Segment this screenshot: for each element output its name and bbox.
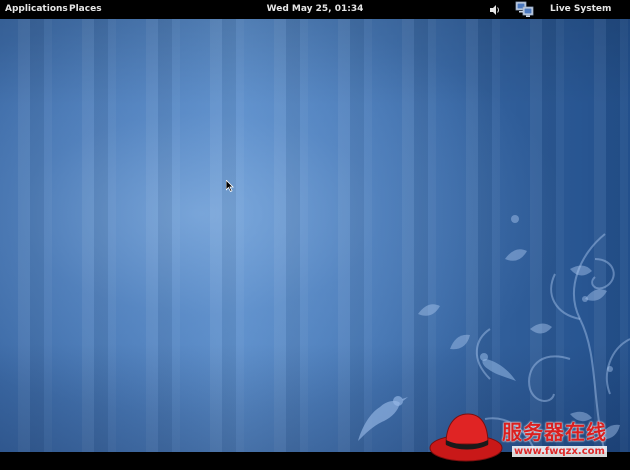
network-icon[interactable] xyxy=(515,0,535,19)
clock[interactable]: Wed May 25, 01:34 xyxy=(267,4,364,14)
top-panel: Applications Places Wed May 25, 01:34 Li… xyxy=(0,0,630,33)
applications-menu[interactable]: Applications xyxy=(5,0,68,19)
bird2-icon xyxy=(480,353,516,381)
watermark-title: 服务器在线 xyxy=(502,420,607,444)
mouse-pointer-icon xyxy=(225,177,234,196)
user-menu[interactable]: Live System User xyxy=(550,0,630,33)
volume-icon[interactable] xyxy=(489,0,501,19)
watermark-url: www.fwqzx.com xyxy=(512,446,607,457)
red-hat-logo-icon xyxy=(429,413,503,462)
site-watermark: 服务器在线 www.fwqzx.com xyxy=(428,402,630,468)
bird-icon xyxy=(358,396,408,441)
desktop-background[interactable] xyxy=(0,19,630,452)
places-menu[interactable]: Places xyxy=(69,0,102,19)
